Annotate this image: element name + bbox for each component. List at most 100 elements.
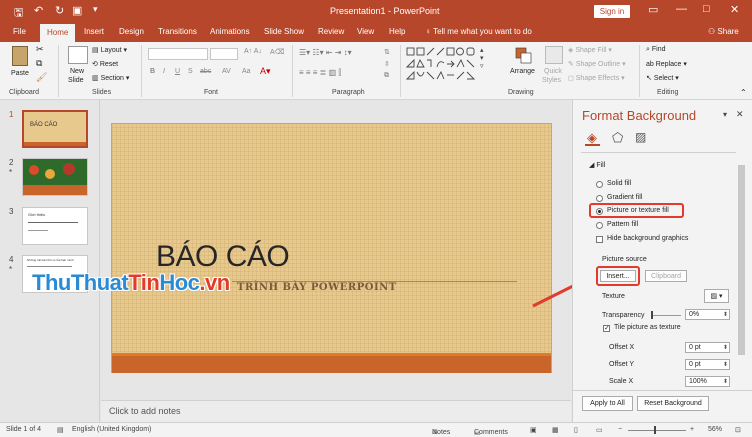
- spellcheck-icon[interactable]: ▤: [57, 426, 64, 434]
- tab-file[interactable]: File: [13, 27, 26, 36]
- shape-outline-button[interactable]: ✎ Shape Outline ▾: [568, 60, 626, 68]
- align-text-icon[interactable]: ⇳: [384, 60, 390, 68]
- reset-button[interactable]: ⟲ Reset: [92, 60, 118, 68]
- apply-to-all-button[interactable]: Apply to All: [582, 396, 633, 411]
- tab-review[interactable]: Review: [318, 27, 344, 36]
- clipboard-button[interactable]: Clipboard: [645, 270, 687, 282]
- select-button[interactable]: ↖ Select ▾: [646, 74, 679, 82]
- shapes-gallery[interactable]: [405, 45, 505, 85]
- slide-thumbnail-2[interactable]: [22, 158, 88, 196]
- italic-button[interactable]: I: [163, 68, 165, 75]
- picture-tab-icon[interactable]: ▨: [635, 130, 646, 144]
- character-spacing-button[interactable]: AV: [222, 68, 231, 75]
- tab-animations[interactable]: Animations: [210, 27, 250, 36]
- language-indicator[interactable]: English (United Kingdom): [72, 426, 151, 433]
- tab-help[interactable]: Help: [389, 27, 405, 36]
- share-button[interactable]: ⚇ Share: [708, 27, 739, 36]
- tab-slide-show[interactable]: Slide Show: [264, 27, 304, 36]
- section-button[interactable]: ▥ Section ▾: [92, 74, 129, 82]
- transparency-slider[interactable]: [651, 315, 681, 316]
- collapse-ribbon-icon[interactable]: ⌃: [740, 88, 747, 97]
- shapes-scroll-icon[interactable]: ▴ ▾ ▿: [480, 46, 484, 70]
- find-button[interactable]: ⌕ Find: [646, 46, 666, 54]
- solid-fill-radio[interactable]: [596, 181, 603, 188]
- slide-canvas[interactable]: BÁO CÁO TRÌNH BÀY POWERPOINT: [111, 123, 552, 373]
- reset-background-button[interactable]: Reset Background: [637, 396, 709, 411]
- copy-icon[interactable]: ⧉: [36, 58, 42, 69]
- offset-x-input[interactable]: 0 pt: [685, 342, 730, 353]
- undo-icon[interactable]: ↶: [34, 4, 43, 17]
- transparency-slider-handle[interactable]: [651, 311, 653, 319]
- slideshow-view-icon[interactable]: ▭: [596, 426, 603, 434]
- strikethrough-button[interactable]: abc: [200, 68, 211, 75]
- notes-pane[interactable]: Click to add notes: [101, 400, 571, 422]
- hide-bg-graphics-checkbox[interactable]: [596, 236, 603, 243]
- underline-button[interactable]: U: [175, 68, 180, 75]
- gradient-fill-label[interactable]: Gradient fill: [607, 194, 642, 201]
- reading-view-icon[interactable]: ▯: [574, 426, 578, 434]
- quick-styles-icon[interactable]: [545, 46, 563, 64]
- offset-y-input[interactable]: 0 pt: [685, 359, 730, 370]
- quick-styles-button[interactable]: Quick: [544, 68, 562, 75]
- pane-options-icon[interactable]: ▾: [723, 110, 727, 119]
- font-name-dropdown[interactable]: [148, 48, 208, 60]
- new-slide-icon[interactable]: [68, 46, 88, 64]
- texture-picker[interactable]: ▨ ▾: [704, 289, 729, 303]
- font-size-dropdown[interactable]: [210, 48, 238, 60]
- layout-button[interactable]: ▤ Layout ▾: [92, 46, 127, 54]
- shape-effects-button[interactable]: ◻ Shape Effects ▾: [568, 74, 625, 82]
- zoom-in-icon[interactable]: +: [690, 426, 694, 433]
- arrange-icon[interactable]: [514, 46, 534, 66]
- zoom-slider[interactable]: [628, 430, 686, 431]
- picture-fill-label[interactable]: Picture or texture fill: [607, 207, 669, 214]
- picture-fill-radio[interactable]: [596, 208, 603, 215]
- font-color-icon[interactable]: A▾: [260, 66, 271, 77]
- tab-insert[interactable]: Insert: [84, 27, 104, 36]
- slide-thumbnail-1[interactable]: BÁO CÁO: [22, 110, 88, 148]
- insert-picture-button[interactable]: Insert...: [600, 270, 636, 282]
- pattern-fill-label[interactable]: Pattern fill: [607, 221, 638, 228]
- tab-view[interactable]: View: [357, 27, 374, 36]
- hide-bg-graphics-label[interactable]: Hide background graphics: [607, 235, 688, 242]
- change-case-button[interactable]: Aa: [242, 68, 251, 75]
- save-icon[interactable]: 🖫: [14, 4, 23, 23]
- notes-placeholder[interactable]: Click to add notes: [109, 406, 181, 416]
- bullets-icons[interactable]: ☰▾ ☷▾ ⇤ ⇥ ↕▾: [299, 48, 352, 57]
- normal-view-icon[interactable]: ▣: [530, 426, 537, 434]
- quick-styles-button-label2[interactable]: Styles: [542, 77, 561, 84]
- zoom-out-icon[interactable]: −: [618, 426, 622, 433]
- text-direction-icon[interactable]: ⇅: [384, 48, 390, 56]
- tab-design[interactable]: Design: [119, 27, 144, 36]
- fill-section-header[interactable]: ◢ Fill: [589, 161, 605, 169]
- replace-button[interactable]: ab Replace ▾: [646, 60, 687, 68]
- scale-x-input[interactable]: 100%: [685, 376, 730, 387]
- slide-title[interactable]: BÁO CÁO: [156, 240, 290, 274]
- transparency-input[interactable]: 0%: [685, 309, 730, 320]
- new-slide-button[interactable]: New: [70, 68, 84, 75]
- slide-sorter-icon[interactable]: ▦: [552, 426, 559, 434]
- zoom-level[interactable]: 56%: [708, 426, 722, 433]
- shadow-button[interactable]: S: [188, 68, 193, 75]
- fit-slide-icon[interactable]: ⊡: [735, 426, 741, 434]
- tab-home[interactable]: Home: [40, 24, 76, 42]
- paste-button[interactable]: Paste: [11, 70, 29, 77]
- tab-transitions[interactable]: Transitions: [158, 27, 197, 36]
- alignment-icons[interactable]: ≡ ≡ ≡ ≣ ▥ ⫿: [299, 68, 341, 78]
- solid-fill-label[interactable]: Solid fill: [607, 180, 631, 187]
- pane-scrollbar[interactable]: [737, 155, 746, 395]
- slide-subtitle[interactable]: TRÌNH BÀY POWERPOINT: [237, 282, 397, 293]
- cut-icon[interactable]: ✂: [36, 44, 44, 55]
- tile-picture-checkbox[interactable]: ✓: [603, 325, 610, 332]
- pattern-fill-radio[interactable]: [596, 222, 603, 229]
- shape-fill-button[interactable]: ◈ Shape Fill ▾: [568, 46, 612, 54]
- redo-icon[interactable]: ↻: [55, 4, 64, 17]
- pane-close-icon[interactable]: ✕: [736, 109, 744, 120]
- sign-in-button[interactable]: Sign in: [594, 5, 630, 18]
- close-icon[interactable]: ✕: [730, 3, 739, 16]
- arrange-button[interactable]: Arrange: [510, 68, 535, 75]
- minimize-icon[interactable]: —: [676, 3, 687, 15]
- tile-picture-label[interactable]: Tile picture as texture: [614, 324, 681, 331]
- paste-icon[interactable]: [12, 46, 28, 66]
- ribbon-display-options-icon[interactable]: ▭: [648, 3, 658, 16]
- format-painter-icon[interactable]: 🖌: [36, 72, 47, 83]
